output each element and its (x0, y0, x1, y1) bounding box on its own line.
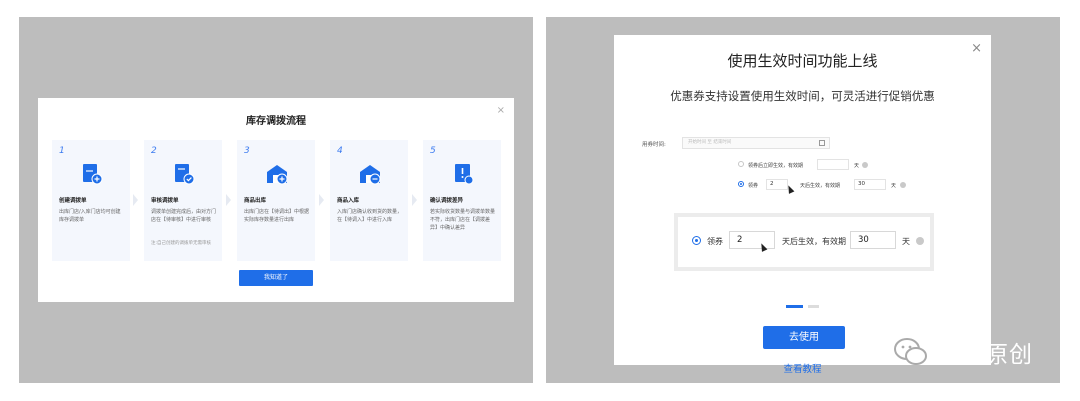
help-icon[interactable] (900, 182, 906, 188)
help-icon[interactable] (916, 237, 924, 245)
modal-subtitle: 优惠券支持设置使用生效时间，可灵活进行促销优惠 (670, 89, 935, 103)
watermark-text: 佳佳原创 (937, 342, 1033, 368)
radio-delayed-zoomed[interactable] (692, 236, 701, 245)
validity-days-input[interactable] (817, 159, 849, 170)
help-icon[interactable] (862, 162, 868, 168)
inventory-transfer-modal: 库存调拨流程 × 1 创建调拨单 出库门店/入库门店均可创建库存调拨单 2 审核… (38, 98, 514, 302)
radio-immediate[interactable] (738, 161, 744, 167)
step-number: 4 (337, 146, 343, 156)
document-alert-icon (455, 164, 474, 185)
step-name: 审核调拨单 (151, 198, 179, 204)
step-card-4: 4 商品入库 入库门店确认收到货的数量，在【待调入】中进行入库 (330, 140, 408, 261)
carousel-indicator (786, 305, 826, 308)
warehouse-out-icon (267, 165, 288, 185)
chevron-right-icon (412, 194, 417, 206)
modal-title: 库存调拨流程 (246, 116, 306, 127)
right-screenshot-panel: 使用生效时间功能上线 × 优惠券支持设置使用生效时间，可灵活进行促销优惠 用券时… (546, 17, 1060, 383)
step-desc: 若实际收货数量与调拨单数量不符，出库门店在【调拨差异】中确认差异 (430, 209, 496, 231)
option-delayed-prefix: 领券 (748, 183, 759, 189)
zoom-callout: 领券 2 天后生效，有效期 30 天 (614, 197, 991, 277)
step-note: 注:自己创建的调拨单无需审核 (151, 241, 212, 246)
zoom-validity-input[interactable]: 30 (850, 231, 896, 249)
step-name: 创建调拨单 (59, 198, 87, 204)
chevron-right-icon (226, 194, 231, 206)
carousel-dot[interactable] (808, 305, 819, 308)
chevron-right-icon (319, 194, 324, 206)
date-placeholder: 开始时间 至 结束时间 (688, 140, 732, 145)
step-card-5: 5 确认调拨差异 若实际收货数量与调拨单数量不符，出库门店在【调拨差异】中确认差… (423, 140, 501, 261)
days-unit: 天 (854, 163, 860, 169)
option-delayed-mid: 天后生效，有效期 (800, 183, 841, 189)
step-desc: 入库门店确认收到货的数量，在【待调入】中进行入库 (337, 209, 403, 223)
step-card-1: 1 创建调拨单 出库门店/入库门店均可创建库存调拨单 (52, 140, 130, 261)
step-card-2: 2 审核调拨单 调拨单创建完成后，由对方门店在【待审核】中进行审核 注:自己创建… (144, 140, 222, 261)
step-number: 5 (430, 146, 436, 156)
close-icon[interactable]: × (971, 42, 982, 55)
watermark: 佳佳原创 (893, 335, 1053, 375)
step-desc: 出库门店在【待调出】中根据实际库存数量进行出库 (244, 209, 310, 223)
date-range-input[interactable]: 开始时间 至 结束时间 (682, 137, 830, 149)
close-icon[interactable]: × (497, 106, 505, 116)
document-check-icon (175, 164, 195, 185)
step-name: 确认调拨差异 (430, 198, 464, 204)
days-unit: 天 (891, 183, 897, 189)
feature-launch-modal: 使用生效时间功能上线 × 优惠券支持设置使用生效时间，可灵活进行促销优惠 用券时… (614, 35, 991, 375)
wechat-icon (894, 338, 927, 365)
step-desc: 调拨单创建完成后，由对方门店在【待审核】中进行审核 (151, 209, 217, 223)
step-number: 1 (59, 146, 65, 156)
zoom-prefix: 领券 (707, 237, 723, 246)
chevron-right-icon (133, 194, 138, 206)
carousel-dot-active[interactable] (786, 305, 803, 308)
step-name: 商品入库 (337, 198, 360, 204)
radio-delayed[interactable] (738, 181, 744, 187)
mouse-cursor-icon (785, 184, 795, 194)
zoomed-option-row: 领券 2 天后生效，有效期 30 天 (674, 213, 934, 271)
delay-days-input[interactable]: 2 (766, 179, 788, 190)
option-immediate-label: 领券后立即生效，有效期 (748, 163, 804, 169)
step-number: 3 (244, 146, 250, 156)
document-plus-icon (83, 164, 103, 185)
step-number: 2 (151, 146, 157, 156)
calendar-icon (819, 140, 825, 146)
zoom-mid: 天后生效，有效期 (782, 237, 846, 246)
modal-title: 使用生效时间功能上线 (727, 52, 878, 70)
step-desc: 出库门店/入库门店均可创建库存调拨单 (59, 209, 121, 223)
zoom-unit: 天 (902, 237, 910, 246)
go-use-button[interactable]: 去使用 (763, 326, 845, 349)
validity-days-input-2[interactable]: 30 (854, 179, 886, 190)
time-label: 用券时间: (642, 142, 666, 148)
zoom-delay-input[interactable]: 2 (729, 231, 775, 249)
left-screenshot-panel: 库存调拨流程 × 1 创建调拨单 出库门店/入库门店均可创建库存调拨单 2 审核… (19, 17, 533, 383)
warehouse-in-icon (360, 165, 381, 185)
got-it-button[interactable]: 我知道了 (239, 270, 313, 286)
step-card-3: 3 商品出库 出库门店在【待调出】中根据实际库存数量进行出库 (237, 140, 315, 261)
step-name: 商品出库 (244, 198, 267, 204)
